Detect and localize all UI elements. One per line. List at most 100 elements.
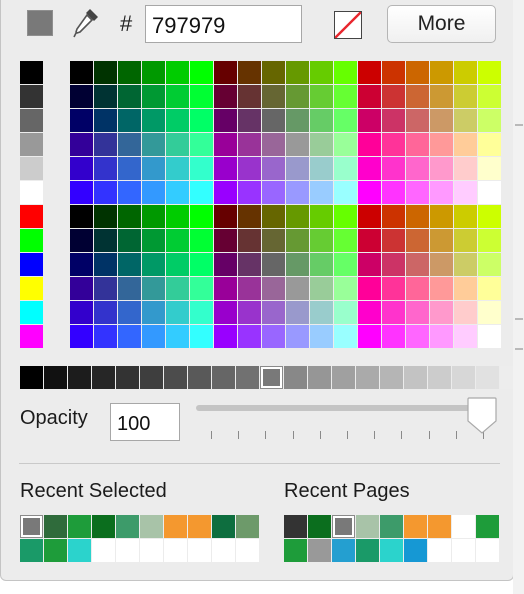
palette-swatch[interactable] [214, 133, 237, 156]
palette-swatch[interactable] [334, 109, 357, 132]
palette-swatch[interactable] [70, 85, 93, 108]
palette-swatch[interactable] [382, 325, 405, 348]
gray-strip-swatch[interactable] [140, 366, 163, 389]
palette-swatch[interactable] [94, 229, 117, 252]
palette-swatch[interactable] [238, 301, 261, 324]
palette-swatch[interactable] [94, 85, 117, 108]
palette-swatch[interactable] [262, 133, 285, 156]
palette-swatch[interactable] [430, 277, 453, 300]
palette-swatch[interactable] [166, 181, 189, 204]
recent-selected-swatch[interactable] [212, 515, 235, 538]
palette-swatch[interactable] [70, 277, 93, 300]
gray-strip-swatch[interactable] [20, 366, 43, 389]
palette-swatch[interactable] [238, 229, 261, 252]
palette-swatch[interactable] [70, 253, 93, 276]
recent-pages-swatch[interactable] [284, 515, 307, 538]
palette-swatch[interactable] [334, 85, 357, 108]
recent-pages-swatch[interactable] [332, 539, 355, 562]
palette-swatch[interactable] [190, 85, 213, 108]
palette-swatch[interactable] [214, 61, 237, 84]
recent-selected-swatch[interactable] [188, 515, 211, 538]
opacity-slider-track[interactable] [196, 405, 496, 411]
palette-swatch[interactable] [262, 157, 285, 180]
recent-pages-swatch[interactable] [356, 515, 379, 538]
palette-swatch[interactable] [118, 229, 141, 252]
palette-swatch[interactable] [214, 181, 237, 204]
palette-swatch[interactable] [382, 301, 405, 324]
recent-pages-swatch[interactable] [404, 515, 427, 538]
recent-pages-swatch[interactable] [332, 515, 355, 538]
gray-strip-swatch[interactable] [188, 366, 211, 389]
palette-swatch[interactable] [118, 325, 141, 348]
palette-swatch[interactable] [334, 133, 357, 156]
palette-swatch[interactable] [358, 205, 381, 228]
palette-swatch[interactable] [478, 133, 501, 156]
palette-swatch[interactable] [94, 61, 117, 84]
palette-swatch[interactable] [430, 205, 453, 228]
palette-swatch[interactable] [190, 301, 213, 324]
palette-swatch[interactable] [382, 157, 405, 180]
opacity-slider-thumb[interactable] [465, 397, 499, 435]
palette-swatch[interactable] [142, 133, 165, 156]
palette-swatch[interactable] [238, 253, 261, 276]
palette-swatch[interactable] [262, 277, 285, 300]
palette-swatch[interactable] [406, 61, 429, 84]
palette-swatch[interactable] [94, 109, 117, 132]
palette-swatch[interactable] [430, 133, 453, 156]
palette-swatch[interactable] [382, 253, 405, 276]
recent-selected-swatch[interactable] [140, 515, 163, 538]
recent-pages-swatch[interactable] [476, 515, 499, 538]
recent-selected-swatch[interactable] [116, 515, 139, 538]
palette-swatch[interactable] [310, 61, 333, 84]
palette-swatch[interactable] [478, 253, 501, 276]
palette-swatch[interactable] [238, 61, 261, 84]
palette-swatch[interactable] [118, 205, 141, 228]
palette-swatch[interactable] [94, 301, 117, 324]
palette-swatch[interactable] [406, 301, 429, 324]
palette-swatch[interactable] [190, 109, 213, 132]
palette-swatch[interactable] [238, 205, 261, 228]
recent-selected-swatch[interactable] [44, 515, 67, 538]
palette-swatch[interactable] [142, 109, 165, 132]
palette-swatch[interactable] [70, 61, 93, 84]
palette-swatch[interactable] [406, 133, 429, 156]
gray-strip-swatch[interactable] [164, 366, 187, 389]
recent-selected-swatch[interactable] [188, 539, 211, 562]
palette-swatch[interactable] [358, 277, 381, 300]
basic-color-swatch[interactable] [20, 61, 43, 84]
gray-strip-swatch[interactable] [428, 366, 451, 389]
no-color-icon[interactable] [334, 11, 362, 39]
palette-swatch[interactable] [406, 205, 429, 228]
palette-swatch[interactable] [70, 301, 93, 324]
recent-pages-swatch[interactable] [428, 539, 451, 562]
palette-swatch[interactable] [70, 157, 93, 180]
gray-strip-swatch[interactable] [44, 366, 67, 389]
palette-swatch[interactable] [94, 133, 117, 156]
palette-swatch[interactable] [478, 205, 501, 228]
palette-swatch[interactable] [430, 109, 453, 132]
gray-strip-swatch[interactable] [452, 366, 475, 389]
palette-swatch[interactable] [286, 301, 309, 324]
recent-pages-swatch[interactable] [452, 539, 475, 562]
palette-swatch[interactable] [70, 181, 93, 204]
palette-swatch[interactable] [214, 325, 237, 348]
basic-color-swatch[interactable] [20, 133, 43, 156]
palette-swatch[interactable] [262, 85, 285, 108]
palette-swatch[interactable] [166, 61, 189, 84]
palette-swatch[interactable] [166, 109, 189, 132]
palette-swatch[interactable] [310, 325, 333, 348]
palette-swatch[interactable] [166, 85, 189, 108]
palette-swatch[interactable] [454, 253, 477, 276]
palette-swatch[interactable] [190, 277, 213, 300]
palette-swatch[interactable] [166, 277, 189, 300]
palette-swatch[interactable] [358, 325, 381, 348]
palette-swatch[interactable] [238, 181, 261, 204]
palette-swatch[interactable] [238, 133, 261, 156]
palette-swatch[interactable] [118, 61, 141, 84]
palette-swatch[interactable] [334, 277, 357, 300]
palette-swatch[interactable] [358, 61, 381, 84]
gray-strip-swatch[interactable] [404, 366, 427, 389]
palette-swatch[interactable] [478, 325, 501, 348]
recent-selected-swatch[interactable] [20, 539, 43, 562]
gray-strip-swatch[interactable] [92, 366, 115, 389]
